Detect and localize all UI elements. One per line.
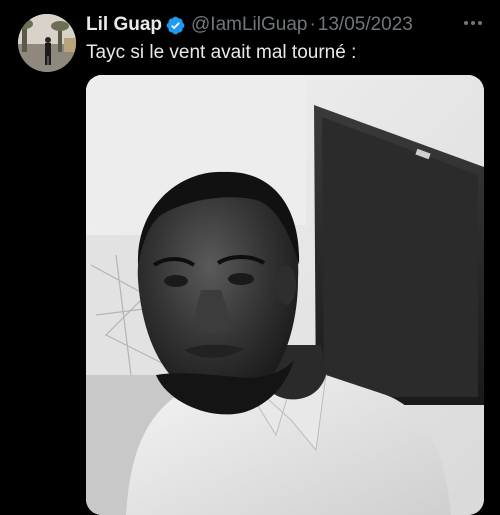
verified-badge-icon[interactable] [166, 16, 185, 35]
portrait-photo [86, 75, 484, 515]
tweet-header: Lil Guap @IamLilGuap · 13/05/2023 [86, 13, 480, 37]
meta-separator: · [309, 14, 316, 35]
tweet-text: Tayc si le vent avait mal tourné : [86, 42, 357, 63]
tweet-date[interactable]: 13/05/2023 [318, 13, 413, 37]
more-options-icon[interactable] [464, 13, 482, 33]
author-display-name[interactable]: Lil Guap [86, 13, 162, 37]
author-handle[interactable]: @IamLilGuap [191, 13, 307, 37]
avatar-photo [18, 14, 76, 72]
author-avatar[interactable] [18, 14, 76, 72]
tweet-media-photo[interactable] [86, 75, 484, 515]
